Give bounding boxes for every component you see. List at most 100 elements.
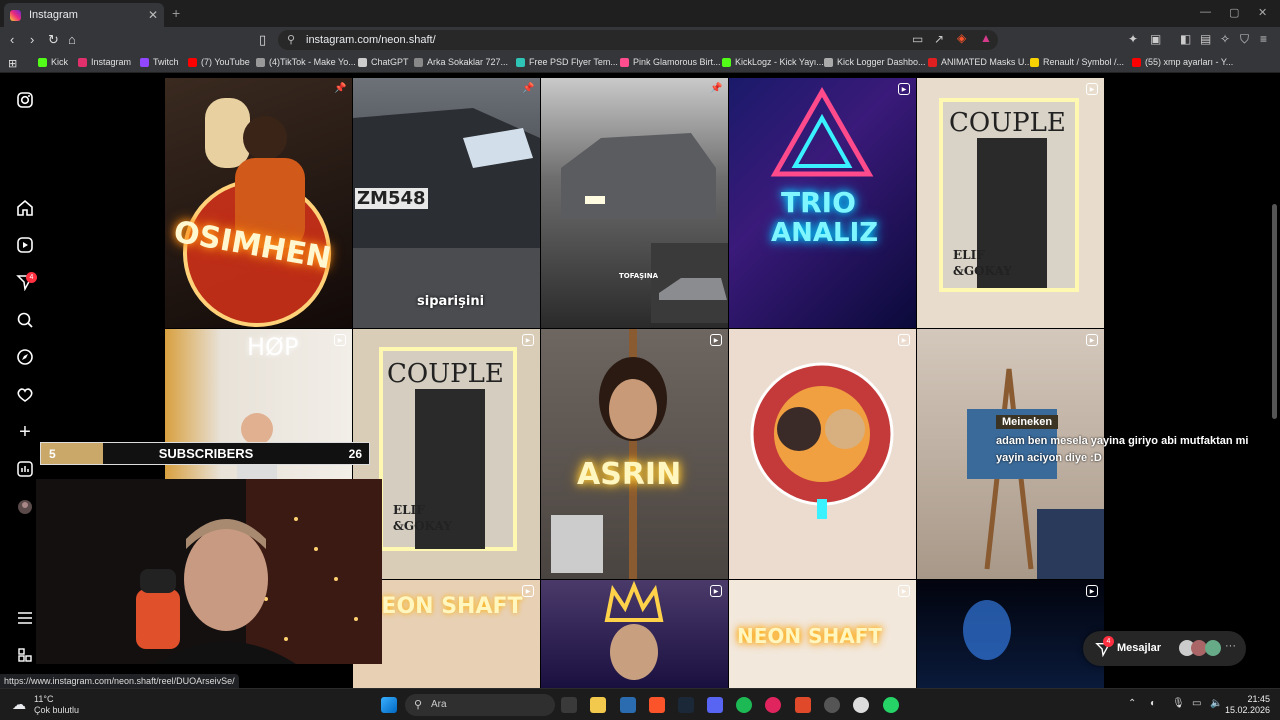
messages-widget[interactable]: 4 Mesajlar ··· — [1083, 631, 1246, 666]
network-icon[interactable]: ▭ — [1192, 698, 1201, 709]
subscriber-label: SUBSCRIBERS — [158, 446, 254, 461]
bookmark-icon[interactable]: ▯ — [259, 32, 266, 48]
clock-time[interactable]: 21:45 — [1236, 694, 1270, 704]
bookmark-item[interactable]: (4)TikTok - Make Yo... — [256, 57, 356, 67]
tile-caption: COUPLE — [949, 108, 1066, 138]
bookmark-item[interactable]: ChatGPT — [358, 57, 409, 67]
forward-icon[interactable]: › — [30, 32, 34, 47]
bookmark-item[interactable]: Kick — [38, 57, 68, 67]
browser-menu-icon[interactable]: ≡ — [1260, 32, 1267, 46]
tile-caption: COUPLE — [387, 359, 504, 389]
post-tile[interactable]: ▶ — [729, 329, 916, 579]
crown-portrait-artwork — [604, 580, 664, 680]
profile-avatar[interactable] — [16, 498, 34, 516]
explore-icon[interactable] — [16, 348, 34, 366]
vpn-icon[interactable]: ⛉ — [1240, 32, 1249, 47]
bookmark-item[interactable]: ANIMATED Masks U... — [928, 57, 1032, 67]
back-icon[interactable]: ‹ — [10, 32, 14, 47]
whatsapp-icon[interactable] — [883, 697, 899, 713]
clock-date[interactable]: 15.02.2026 — [1222, 705, 1270, 715]
close-tab-icon[interactable]: ✕ — [148, 8, 158, 22]
obs-icon[interactable] — [765, 697, 781, 713]
settings-icon[interactable] — [853, 697, 869, 713]
steam-icon[interactable] — [678, 697, 694, 713]
tab-instagram[interactable]: Instagram ✕ — [4, 3, 164, 27]
asrin-portrait-artwork — [551, 329, 667, 579]
app-icon[interactable] — [824, 697, 840, 713]
create-icon[interactable]: + — [16, 422, 34, 442]
volume-icon[interactable]: 🔈 — [1210, 698, 1222, 709]
reel-icon: ▶ — [710, 334, 722, 346]
post-tile[interactable]: TRIO ANALIZ ▶ — [729, 78, 916, 328]
search-icon: ⚲ — [414, 699, 423, 711]
site-settings-icon[interactable]: ⚲ — [287, 30, 295, 50]
cast-icon[interactable]: ▭ — [912, 32, 923, 46]
brave-shield-icon[interactable]: ◈ — [957, 31, 966, 45]
leo-icon[interactable]: ✧ — [1220, 32, 1230, 46]
heart-icon[interactable] — [16, 386, 34, 404]
post-tile[interactable]: OSIMHEN 📌 — [165, 78, 352, 328]
minimize-icon[interactable]: — — [1200, 6, 1211, 18]
discord-icon[interactable] — [707, 697, 723, 713]
tray-app-icon[interactable]: ◐ — [1150, 698, 1156, 709]
url-bar[interactable]: ⚲ instagram.com/neon.shaft/ — [278, 30, 998, 50]
apps-icon[interactable]: ⊞ — [8, 57, 17, 70]
app-icon[interactable] — [795, 697, 811, 713]
sidebar-toggle-icon[interactable]: ◧ — [1180, 32, 1191, 46]
meta-icon[interactable] — [16, 646, 34, 664]
spotify-icon[interactable] — [736, 697, 752, 713]
couple-circle-artwork — [750, 362, 894, 519]
home-icon[interactable] — [16, 199, 34, 217]
dashboard-icon[interactable] — [16, 460, 34, 478]
weather-temp: 11°C — [34, 694, 54, 704]
menu-icon[interactable] — [16, 609, 34, 627]
task-view-icon[interactable] — [561, 697, 577, 713]
post-tile[interactable]: ZM548 siparişini 📌 — [353, 78, 540, 328]
extensions-icon[interactable]: ✦ — [1128, 32, 1138, 46]
brave-rewards-icon[interactable]: ▲ — [980, 31, 992, 45]
bookmark-item[interactable]: (55) xmp ayarları - Y... — [1132, 57, 1233, 67]
close-window-icon[interactable]: ✕ — [1258, 6, 1267, 19]
post-tile[interactable]: NEON SHAFT ▶ — [729, 580, 916, 688]
maximize-icon[interactable]: ▢ — [1229, 6, 1239, 19]
weather-icon: ☁ — [12, 696, 26, 712]
post-tile[interactable]: COUPLE ELIF &GOKAY ▶ — [917, 78, 1104, 328]
share-icon[interactable]: ↗ — [934, 32, 944, 46]
bookmark-item[interactable]: Renault / Symbol /... — [1030, 57, 1124, 67]
tray-chevron-icon[interactable]: ⌃ — [1128, 698, 1136, 709]
post-tile[interactable]: ASRIN ▶ — [541, 329, 728, 579]
page-scrollbar[interactable] — [1272, 204, 1277, 419]
messages-label: Mesajlar — [1117, 642, 1162, 654]
pin-icon: 📌 — [522, 83, 535, 94]
notification-badge: 4 — [26, 272, 37, 283]
bookmark-item[interactable]: (7) YouTube — [188, 57, 250, 67]
chat-overlay: Meineken adam ben mesela yayina giriyo a… — [996, 412, 1276, 467]
bookmark-item[interactable]: Arka Sokaklar 727... — [414, 57, 508, 67]
bookmark-item[interactable]: Instagram — [78, 57, 131, 67]
post-tile[interactable]: TOFAŞINA 📌 — [541, 78, 728, 328]
bookmark-item[interactable]: Twitch — [140, 57, 179, 67]
bookmark-item[interactable]: Pink Glamorous Birt... — [620, 57, 721, 67]
instagram-logo-icon[interactable] — [16, 91, 34, 109]
windows-start-icon[interactable] — [381, 697, 397, 713]
home-browser-icon[interactable]: ⌂ — [68, 32, 76, 47]
brave-icon[interactable] — [649, 697, 665, 713]
wallet-icon[interactable]: ▤ — [1200, 32, 1211, 46]
tile-caption: ASRIN — [577, 457, 682, 492]
taskbar-search[interactable]: ⚲ Ara — [405, 694, 555, 716]
reels-icon[interactable] — [16, 236, 34, 254]
mic-icon[interactable]: 🎙 — [1172, 698, 1185, 709]
post-tile[interactable]: ▶ — [917, 580, 1104, 688]
bookmark-item[interactable]: Kick Logger Dashbo... — [824, 57, 926, 67]
reload-icon[interactable]: ↻ — [48, 32, 59, 48]
new-tab-button[interactable]: + — [172, 5, 180, 21]
bookmark-item[interactable]: Free PSD Flyer Tem... — [516, 57, 618, 67]
status-link-preview: https://www.instagram.com/neon.shaft/ree… — [0, 674, 239, 688]
search-placeholder: Ara — [431, 699, 447, 710]
store-icon[interactable] — [620, 697, 636, 713]
bookmark-item[interactable]: KickLogz - Kick Yayı... — [722, 57, 824, 67]
post-tile[interactable]: ▶ — [541, 580, 728, 688]
pip-icon[interactable]: ▣ — [1150, 32, 1161, 46]
file-explorer-icon[interactable] — [590, 697, 606, 713]
search-icon[interactable] — [16, 311, 34, 329]
